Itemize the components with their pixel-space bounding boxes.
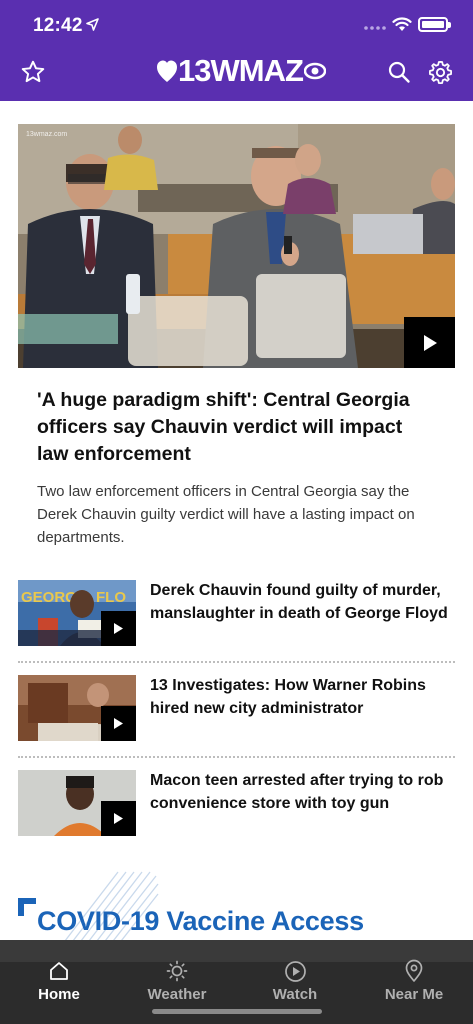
story-thumbnail [18, 770, 136, 836]
hero-watermark: 13wmaz.com [26, 131, 67, 138]
story-headline: 13 Investigates: How Warner Robins hired… [150, 677, 426, 717]
covid-banner[interactable]: COVID-19 Vaccine Access [18, 870, 455, 950]
story-play-button[interactable] [101, 611, 136, 646]
play-icon [114, 718, 123, 729]
tab-label: Weather [147, 986, 207, 1003]
logo-text: 13WMAZ [178, 53, 304, 88]
home-icon [50, 962, 68, 980]
nav-row: 13WMAZ [0, 50, 473, 100]
status-bar: 12:42 [0, 0, 473, 50]
tab-watch[interactable]: Watch [245, 958, 345, 1003]
story-headline: Macon teen arrested after trying to rob … [150, 772, 444, 812]
search-button[interactable] [382, 55, 416, 89]
status-time: 12:42 [33, 15, 83, 36]
tab-near-me[interactable]: Near Me [364, 958, 464, 1003]
hero-image[interactable]: 13wmaz.com [18, 124, 455, 368]
favorites-button[interactable] [16, 55, 50, 89]
tab-label: Near Me [384, 986, 444, 1003]
play-circle-icon [284, 960, 306, 982]
story-divider [18, 661, 455, 663]
hero-summary[interactable]: Two law enforcement officers in Central … [37, 480, 437, 549]
settings-button[interactable] [423, 55, 457, 89]
search-icon [388, 61, 410, 83]
tab-home[interactable]: Home [9, 958, 109, 1003]
wifi-icon [392, 17, 412, 31]
tab-weather[interactable]: Weather [127, 958, 227, 1003]
tab-label: Home [38, 986, 80, 1003]
hero-play-button[interactable] [404, 317, 455, 368]
tab-label: Watch [272, 986, 318, 1003]
story-play-button[interactable] [101, 801, 136, 836]
story-item[interactable]: 13 Investigates: How Warner Robins hired… [18, 675, 455, 757]
story-divider [18, 756, 455, 758]
home-indicator[interactable] [152, 1009, 322, 1014]
star-icon [21, 60, 45, 83]
story-play-button[interactable] [101, 706, 136, 741]
battery-icon [418, 17, 451, 32]
story-item[interactable]: Macon teen arrested after trying to rob … [18, 770, 455, 852]
story-headline: Derek Chauvin found guilty of murder, ma… [150, 582, 448, 622]
signal-dots-icon [364, 26, 386, 30]
story-item[interactable]: GEORGE FLO Derek Chauvin found guilty of… [18, 580, 455, 662]
hero-photo: 13wmaz.com [18, 124, 455, 368]
gear-icon [428, 60, 452, 84]
location-arrow-icon [86, 18, 99, 31]
sun-icon [166, 960, 188, 982]
app-header: 12:42 13WMAZ [0, 0, 473, 101]
story-thumbnail: GEORGE FLO [18, 580, 136, 646]
eye-logo-icon [303, 62, 326, 80]
play-icon [114, 813, 123, 824]
story-thumbnail [18, 675, 136, 741]
station-logo[interactable]: 13WMAZ [156, 53, 326, 89]
play-icon [114, 623, 123, 634]
svg-text:FLO: FLO [96, 589, 126, 606]
play-icon [423, 334, 437, 351]
hero-headline[interactable]: 'A huge paradigm shift': Central Georgia… [37, 387, 437, 468]
covid-banner-title: COVID-19 Vaccine Access [37, 906, 364, 936]
heart-logo-icon [157, 60, 177, 82]
location-pin-icon [405, 959, 423, 982]
